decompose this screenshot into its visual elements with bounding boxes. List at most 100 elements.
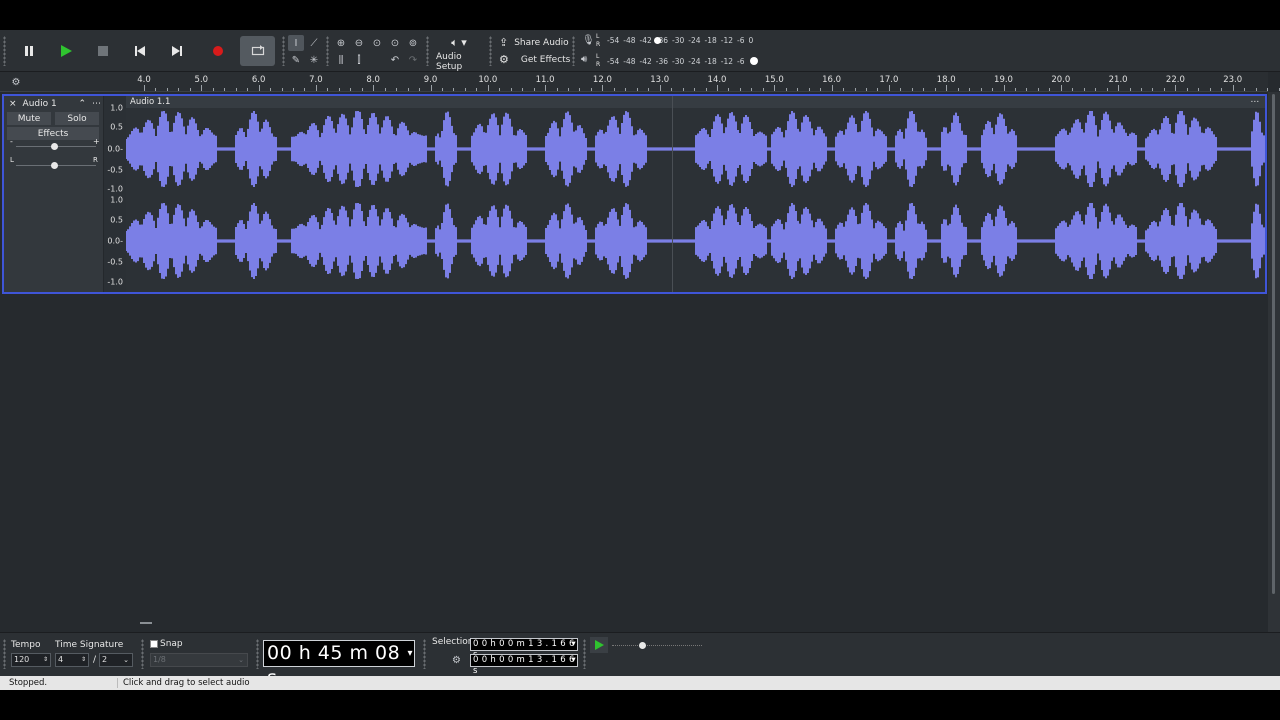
speed-slider-knob[interactable] xyxy=(639,642,646,649)
mute-label: Mute xyxy=(17,113,41,124)
silence-icon: ⫿ xyxy=(357,54,361,66)
toolbar-grip[interactable] xyxy=(282,36,285,66)
selection-tool-button[interactable]: I xyxy=(288,35,304,51)
share-audio-button[interactable]: ⇪ Share Audio xyxy=(499,36,569,49)
record-meter-knob[interactable] xyxy=(654,37,661,44)
ruler-minor-tick xyxy=(1072,88,1074,91)
ruler-minor-tick xyxy=(854,88,856,91)
meter-tick: 0 xyxy=(748,35,754,45)
ruler-major-tick xyxy=(946,85,948,91)
redo-button[interactable]: ↷ xyxy=(405,52,421,68)
track-area[interactable]: × Audio 1 ⌃ ⋯ Mute Solo Effects - + L R … xyxy=(0,92,1268,612)
record-meter-channel-l: L xyxy=(596,33,600,40)
tempo-field[interactable]: 120 ⇕ xyxy=(11,653,51,667)
toolbar-grip[interactable] xyxy=(3,639,6,669)
ruler-minor-tick xyxy=(900,88,902,91)
pause-button[interactable] xyxy=(13,36,45,66)
ts-numerator-field[interactable]: 4 ⇕ xyxy=(55,653,89,667)
ruler-minor-tick xyxy=(166,88,168,91)
fit-selection-button[interactable]: ⊙ xyxy=(369,35,385,51)
skip-to-end-button[interactable] xyxy=(161,36,193,66)
meter-tick: -24 xyxy=(688,35,701,45)
toolbar-grip[interactable] xyxy=(256,639,259,669)
chevron-down-icon[interactable]: ▾ xyxy=(571,655,576,666)
selection-end-field[interactable]: 0 0 h 0 0 m 1 3 . 1 6 6 s ▾ xyxy=(470,654,578,676)
audio-clip[interactable]: Audio 1.1 ⋯ xyxy=(126,96,1265,292)
zoom-out-button[interactable]: ⊖ xyxy=(351,35,367,51)
get-effects-label: Get Effects xyxy=(520,54,571,65)
zoom-in-button[interactable]: ⊕ xyxy=(333,35,349,51)
ruler-minor-tick xyxy=(579,88,581,91)
pan-slider-knob[interactable] xyxy=(51,162,58,169)
spin-icon[interactable]: ⇕ xyxy=(43,654,48,666)
speed-slider-track[interactable] xyxy=(612,645,702,646)
snap-select[interactable]: 1/8 ⌄ xyxy=(150,653,248,667)
play-at-speed-button[interactable] xyxy=(590,637,608,653)
scale-label: 1.0 xyxy=(110,103,123,113)
trim-button[interactable]: ⫼ xyxy=(333,52,349,68)
meter-tick: -48 xyxy=(623,56,636,66)
collapse-icon[interactable]: ⌃ xyxy=(78,99,86,109)
toolbar-grip[interactable] xyxy=(572,36,575,66)
spin-icon[interactable]: ⇕ xyxy=(81,654,86,666)
track-title-bar[interactable]: × Audio 1 ⌃ ⋯ xyxy=(9,99,101,109)
loop-button[interactable] xyxy=(240,36,275,66)
record-meter[interactable]: -54 -48 -42 -36 -30 -24 -18 -12 -6 0 xyxy=(607,34,759,46)
envelope-tool-button[interactable]: ⟋ xyxy=(306,35,322,51)
ruler-major-tick xyxy=(201,85,203,91)
track-name[interactable]: Audio 1 xyxy=(23,99,57,109)
gear-icon: ⚙ xyxy=(452,655,461,666)
selection-settings-button[interactable]: ⚙ xyxy=(452,655,461,666)
effects-button[interactable]: Effects xyxy=(7,127,99,140)
audio-track[interactable]: × Audio 1 ⌃ ⋯ Mute Solo Effects - + L R … xyxy=(2,94,1267,294)
more-icon[interactable]: ⋯ xyxy=(92,99,101,109)
playback-meter[interactable]: -54 -48 -42 -36 -30 -24 -18 -12 -6 xyxy=(607,55,759,67)
chevron-down-icon[interactable]: ▾ xyxy=(571,639,576,650)
skip-to-start-button[interactable] xyxy=(124,36,156,66)
gain-slider-knob[interactable] xyxy=(51,143,58,150)
horizontal-scrollbar-thumb[interactable] xyxy=(140,622,152,624)
ruler-minor-tick xyxy=(1278,88,1280,91)
waveform[interactable] xyxy=(126,96,1265,292)
vertical-scrollbar[interactable] xyxy=(1268,92,1280,632)
close-icon[interactable]: × xyxy=(9,99,17,109)
toolbar-grip[interactable] xyxy=(423,639,426,669)
ruler-major-tick xyxy=(1175,85,1177,91)
vertical-scrollbar-thumb[interactable] xyxy=(1272,94,1275,594)
fit-project-icon: ⊙ xyxy=(390,37,400,49)
ruler-minor-tick xyxy=(1152,88,1154,91)
multi-tool-button[interactable]: ✳ xyxy=(306,52,322,68)
horizontal-scrollbar[interactable] xyxy=(0,620,1268,632)
audio-setup-button[interactable]: 🔈︎ ▾ Audio Setup xyxy=(436,36,482,72)
playback-meter-knob[interactable] xyxy=(750,57,758,65)
time-signature-label: Time Signature xyxy=(55,640,124,650)
ruler-minor-tick xyxy=(224,88,226,91)
snap-checkbox[interactable] xyxy=(150,640,158,648)
record-button[interactable] xyxy=(202,36,234,66)
ruler-minor-tick xyxy=(464,88,466,91)
stop-button[interactable] xyxy=(87,36,119,66)
silence-button[interactable]: ⫿ xyxy=(351,52,367,68)
zoom-toggle-button[interactable]: ⊚ xyxy=(405,35,421,51)
toolbar-grip[interactable] xyxy=(583,639,586,669)
toolbar-grip[interactable] xyxy=(426,36,429,66)
ruler-settings-button[interactable]: ⚙ xyxy=(8,75,24,89)
ts-denominator-select[interactable]: 2 ⌄ xyxy=(99,653,133,667)
get-effects-button[interactable]: ⚙ Get Effects xyxy=(499,53,570,66)
selection-start-field[interactable]: 0 0 h 0 0 m 1 3 . 1 6 6 s▾ xyxy=(470,638,578,660)
ruler-minor-tick xyxy=(1106,88,1108,91)
toolbar-grip[interactable] xyxy=(3,36,6,66)
toolbar-grip[interactable] xyxy=(489,36,492,66)
meter-tick: -30 xyxy=(672,35,685,45)
draw-tool-button[interactable]: ✎ xyxy=(288,52,304,68)
time-display[interactable]: 00 h 45 m 08 s▾ xyxy=(263,640,415,689)
solo-button[interactable]: Solo xyxy=(55,112,99,125)
chevron-down-icon[interactable]: ▾ xyxy=(407,641,413,666)
timeline-ruler[interactable]: ⚙ 4.0 5.0 6.0 7.0 8.0 9.0 10.0 11.0 12.0 13.0 14.0… xyxy=(0,72,1280,92)
toolbar-grip[interactable] xyxy=(326,36,329,66)
mute-button[interactable]: Mute xyxy=(7,112,51,125)
undo-button[interactable]: ↶ xyxy=(387,52,403,68)
fit-project-button[interactable]: ⊙ xyxy=(387,35,403,51)
toolbar-grip[interactable] xyxy=(141,639,144,669)
play-button[interactable] xyxy=(50,36,82,66)
